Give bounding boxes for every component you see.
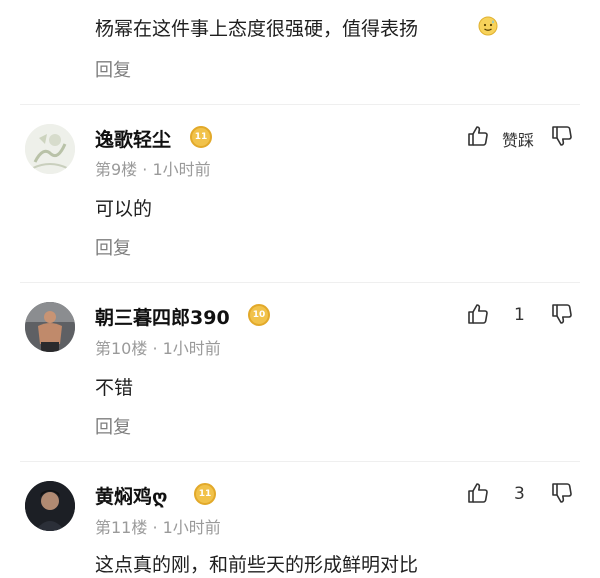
thumbs-up-icon[interactable] xyxy=(466,481,490,505)
thumbs-up-icon[interactable] xyxy=(466,124,490,148)
comment-text: 可以的 xyxy=(95,198,153,220)
reply-button[interactable]: 回复 xyxy=(95,234,131,260)
divider xyxy=(20,282,580,283)
level-badge: 11 xyxy=(194,483,216,505)
avatar[interactable] xyxy=(25,481,75,531)
username[interactable]: 黄焖鸡ღ xyxy=(95,482,167,509)
comment-text: 这点真的刚，和前些天的形成鲜明对比 xyxy=(95,554,419,576)
reply-button[interactable]: 回复 xyxy=(95,56,131,82)
floor-time: 第11楼 · 1小时前 xyxy=(95,518,221,537)
divider xyxy=(20,461,580,462)
comment-text: 杨幂在这件事上态度很强硬，值得表扬 xyxy=(95,18,419,40)
thumbs-down-icon[interactable] xyxy=(550,124,574,148)
thumbs-down-icon[interactable] xyxy=(550,481,574,505)
like-count: 3 xyxy=(514,484,525,504)
level-badge: 10 xyxy=(248,304,270,326)
sweat-smile-emoji-icon xyxy=(478,16,498,36)
thumbs-down-icon[interactable] xyxy=(550,302,574,326)
reply-button[interactable]: 回复 xyxy=(95,413,131,439)
level-badge: 11 xyxy=(190,126,212,148)
comment-text: 不错 xyxy=(95,377,134,399)
floor-time: 第9楼 · 1小时前 xyxy=(95,160,211,179)
vote-label: 赞踩 xyxy=(502,131,535,150)
username[interactable]: 朝三暮四郎390 xyxy=(95,303,230,330)
like-count: 1 xyxy=(514,305,525,325)
avatar[interactable] xyxy=(25,124,75,174)
floor-time: 第10楼 · 1小时前 xyxy=(95,339,221,358)
avatar[interactable] xyxy=(25,302,75,352)
divider xyxy=(20,104,580,105)
username[interactable]: 逸歌轻尘 xyxy=(95,125,171,152)
thumbs-up-icon[interactable] xyxy=(466,302,490,326)
